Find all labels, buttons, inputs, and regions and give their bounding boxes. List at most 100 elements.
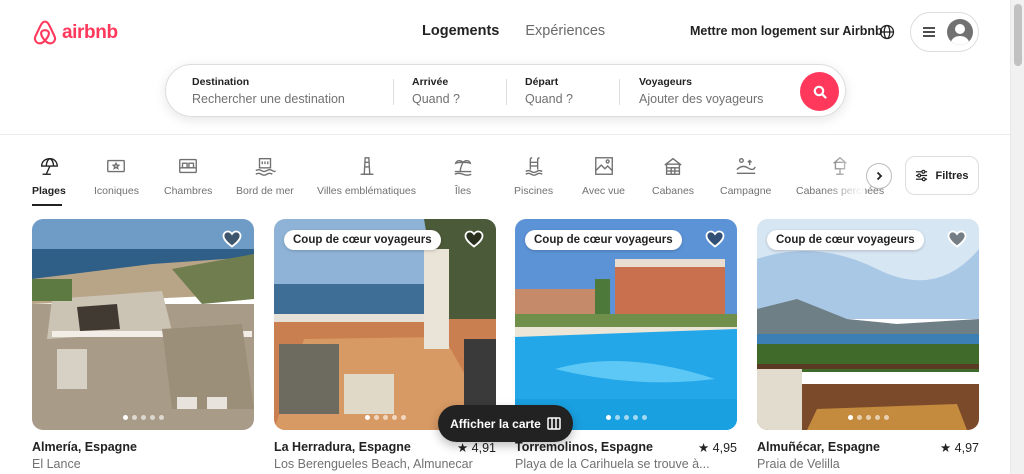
category-cabanes[interactable]: Cabanes xyxy=(652,155,694,197)
user-menu-button[interactable] xyxy=(910,12,979,52)
sliders-icon xyxy=(916,169,928,182)
tower-icon xyxy=(360,157,373,175)
category-iconiques[interactable]: Iconiques xyxy=(94,155,139,197)
search-icon xyxy=(813,85,827,99)
countryside-icon xyxy=(736,157,756,175)
show-map-button[interactable]: Afficher la carte xyxy=(438,405,573,442)
category-campagne[interactable]: Campagne xyxy=(720,155,771,197)
tab-logements[interactable]: Logements xyxy=(422,23,499,39)
listing-photo-image xyxy=(32,219,254,430)
listing-rating: ★ 4,91 xyxy=(456,441,496,455)
listing-subtitle: Praia de Velilla xyxy=(757,457,840,471)
listing-title: Torremolinos, Espagne xyxy=(515,440,653,454)
avatar xyxy=(947,19,973,45)
category-label: Cabanes xyxy=(652,185,695,197)
beach-umbrella-icon xyxy=(40,157,58,175)
category-label: Bord de mer xyxy=(236,185,294,197)
filters-label: Filtres xyxy=(935,169,969,182)
dot xyxy=(883,415,889,420)
category-fade xyxy=(825,150,865,200)
dot xyxy=(140,415,146,420)
brand-name: airbnb xyxy=(62,22,118,43)
view-icon xyxy=(594,157,613,175)
listing-title: La Herradura, Espagne xyxy=(274,440,411,454)
guests-field[interactable]: Voyageurs Ajouter des voyageurs xyxy=(639,76,763,106)
host-link[interactable]: Mettre mon logement sur Airbnb xyxy=(690,24,883,38)
category-iles[interactable]: Îles xyxy=(452,155,474,197)
seaside-icon xyxy=(255,157,276,176)
dot xyxy=(614,415,620,420)
guest-favorite-badge: Coup de cœur voyageurs xyxy=(767,230,924,250)
listing-rating: ★ 4,95 xyxy=(697,441,737,455)
category-next-button[interactable] xyxy=(866,163,892,189)
category-label: Chambres xyxy=(164,185,213,197)
category-plages[interactable]: Plages xyxy=(32,155,66,197)
heart-icon[interactable] xyxy=(222,230,242,248)
ticket-icon xyxy=(107,159,126,173)
listing-subtitle: Los Berengueles Beach, Almunecar xyxy=(274,457,473,471)
globe-icon[interactable] xyxy=(879,24,895,40)
dot xyxy=(632,415,638,420)
category-chambres[interactable]: Chambres xyxy=(164,155,212,197)
listing-photo-image xyxy=(515,219,737,430)
listing-photo[interactable] xyxy=(32,219,254,430)
heart-icon[interactable] xyxy=(705,230,725,248)
listing-card[interactable]: Coup de cœur voyageurs Torremolinos, Esp… xyxy=(515,219,737,471)
listing-card[interactable]: Coup de cœur voyageurs La Herradura, Esp… xyxy=(274,219,496,471)
listing-card[interactable]: Coup de cœur voyageurs Almuñécar, Espagn… xyxy=(757,219,979,471)
guests-label: Voyageurs xyxy=(639,76,692,88)
palm-island-icon xyxy=(454,160,472,176)
destination-field[interactable]: Destination Rechercher une destination xyxy=(192,76,345,106)
filters-button[interactable]: Filtres xyxy=(905,156,979,195)
category-label: Plages xyxy=(32,185,66,197)
listing-title: Almería, Espagne xyxy=(32,440,137,454)
search-divider xyxy=(619,79,620,105)
category-label: Villes emblématiques xyxy=(317,185,417,197)
checkout-label: Départ xyxy=(525,76,559,88)
hamburger-icon xyxy=(923,27,935,37)
search-divider xyxy=(506,79,507,105)
tab-experiences[interactable]: Expériences xyxy=(525,23,605,39)
category-villes-emblematiques[interactable]: Villes emblématiques xyxy=(317,155,416,197)
category-label: Avec vue xyxy=(582,185,625,197)
dot xyxy=(865,415,871,420)
airbnb-logo[interactable]: airbnb xyxy=(32,19,118,47)
airbnb-logo-icon xyxy=(33,20,57,45)
listing-photo[interactable]: Coup de cœur voyageurs xyxy=(274,219,496,430)
listing-photo[interactable]: Coup de cœur voyageurs xyxy=(515,219,737,430)
checkin-field[interactable]: Arrivée Quand ? xyxy=(412,76,460,106)
category-label: Îles xyxy=(454,185,472,197)
dot xyxy=(874,415,880,420)
listing-card[interactable]: Almería, Espagne El Lance xyxy=(32,219,254,471)
photo-dots xyxy=(32,415,254,420)
heart-icon[interactable] xyxy=(464,230,484,248)
top-tabs: Logements Expériences xyxy=(422,23,605,39)
dot xyxy=(373,415,379,420)
category-piscines[interactable]: Piscines xyxy=(514,155,553,197)
category-bord-de-mer[interactable]: Bord de mer xyxy=(236,155,294,197)
dot xyxy=(400,415,406,420)
bed-icon xyxy=(179,158,198,174)
dot xyxy=(623,415,629,420)
guest-favorite-badge: Coup de cœur voyageurs xyxy=(284,230,441,250)
listing-subtitle: El Lance xyxy=(32,457,81,471)
category-label: Iconiques xyxy=(94,185,139,197)
scrollbar-thumb[interactable] xyxy=(1014,4,1022,66)
checkin-label: Arrivée xyxy=(412,76,449,88)
search-bar: Destination Rechercher une destination A… xyxy=(165,64,846,117)
page-scrollbar[interactable] xyxy=(1010,0,1024,474)
dot xyxy=(122,415,128,420)
guests-placeholder: Ajouter des voyageurs xyxy=(639,92,764,106)
checkout-field[interactable]: Départ Quand ? xyxy=(525,76,573,106)
dot xyxy=(131,415,137,420)
listing-photo-image xyxy=(274,219,496,430)
search-button[interactable] xyxy=(800,72,839,111)
category-avec-vue[interactable]: Avec vue xyxy=(582,155,625,197)
dot xyxy=(149,415,155,420)
site-header: airbnb Logements Expériences Mettre mon … xyxy=(0,0,1010,135)
heart-icon[interactable] xyxy=(947,230,967,248)
listing-photo[interactable]: Coup de cœur voyageurs xyxy=(757,219,979,430)
dot xyxy=(856,415,862,420)
guest-favorite-badge: Coup de cœur voyageurs xyxy=(525,230,682,250)
dot xyxy=(847,415,853,420)
